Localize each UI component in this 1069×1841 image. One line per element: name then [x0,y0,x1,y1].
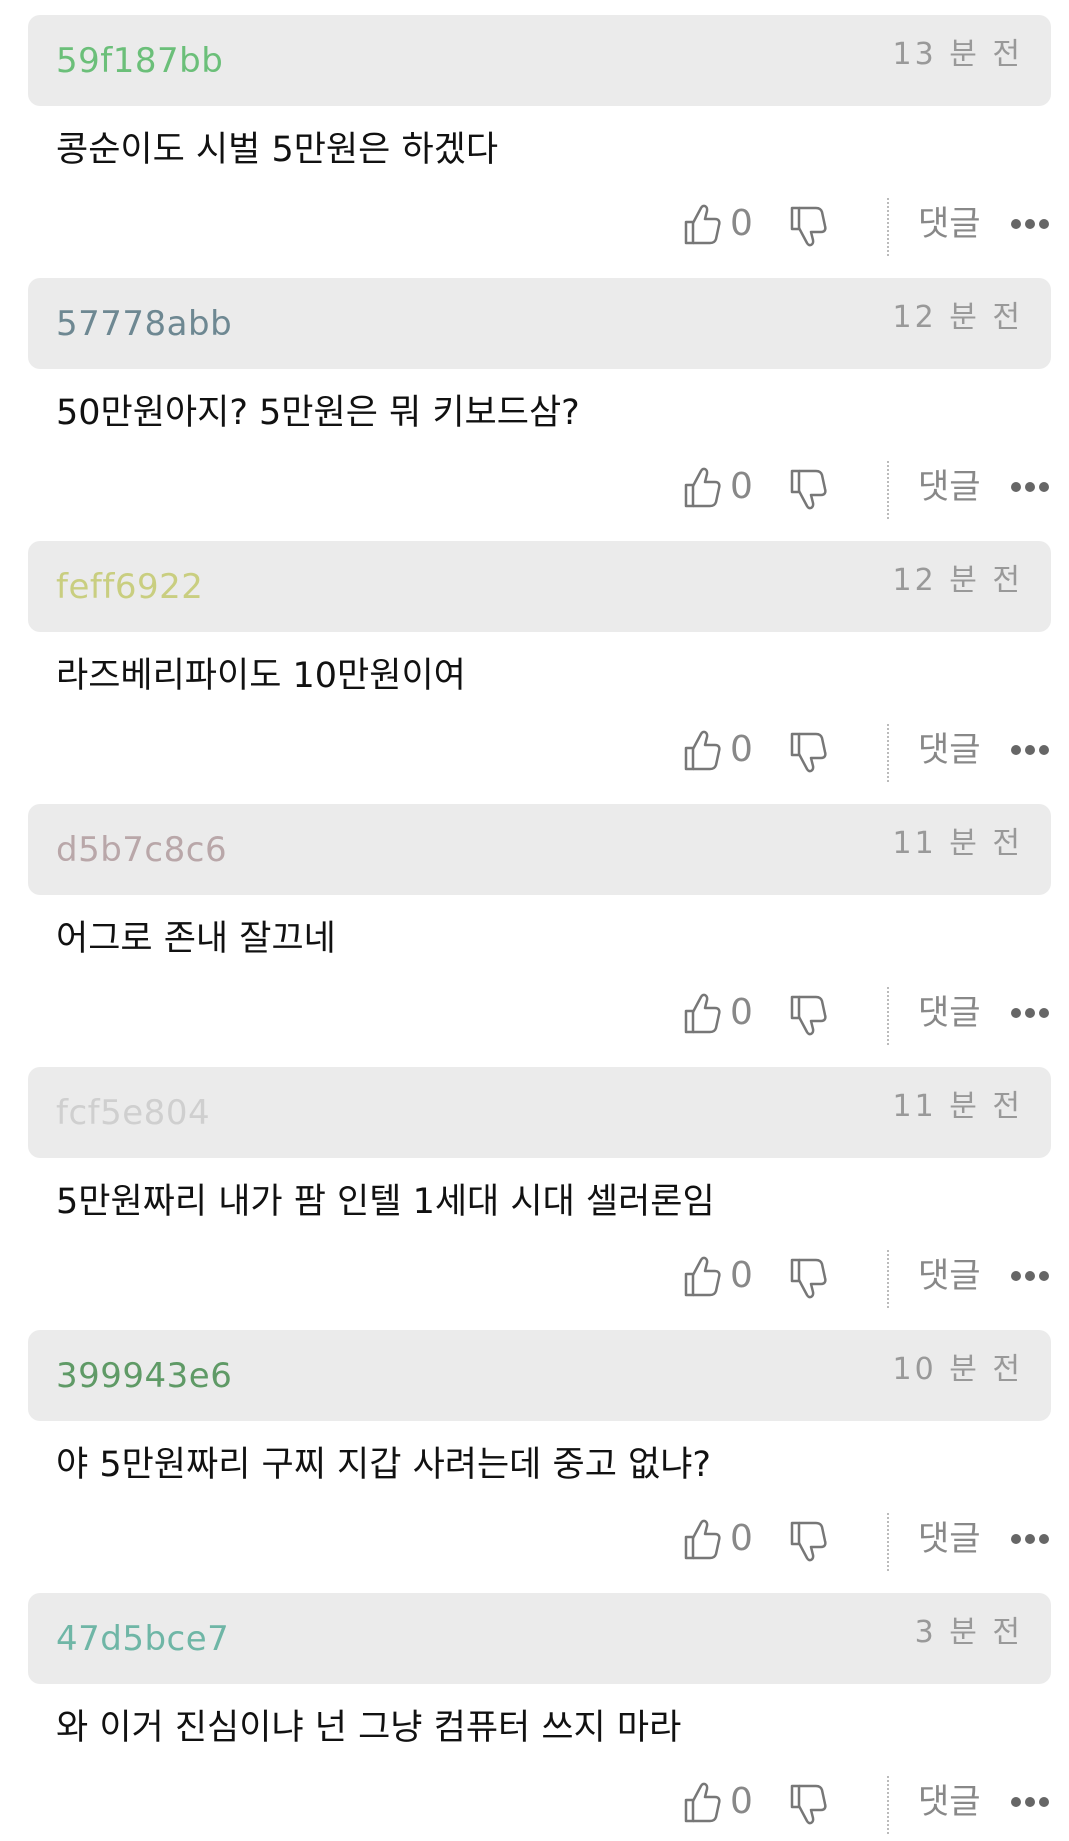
thumbs-down-icon[interactable] [788,204,828,248]
comment-author[interactable]: d5b7c8c6 [56,830,227,870]
more-options-icon[interactable] [1010,1005,1050,1021]
comment-timestamp: 12 분 전 [892,300,1023,335]
reply-button[interactable]: 댓글 [918,1780,981,1824]
like-count: 0 [730,1781,753,1822]
comment-header: fcf5e804 11 분 전 [28,1067,1051,1158]
comment-author[interactable]: feff6922 [56,567,203,607]
comment-item: 399943e6 10 분 전 야 5만원짜리 구찌 지갑 사려는데 중고 없냐… [0,1315,1069,1578]
thumbs-down-icon[interactable] [788,1256,828,1300]
comment-text: 라즈베리파이도 10만원이여 [56,656,466,696]
more-options-icon[interactable] [1010,742,1050,758]
action-divider [887,987,889,1045]
more-options-icon[interactable] [1010,479,1050,495]
comment-text: 야 5만원짜리 구찌 지갑 사려는데 중고 없냐? [56,1445,711,1485]
comment-text: 와 이거 진심이냐 넌 그냥 컴퓨터 쓰지 마라 [56,1708,682,1748]
comment-text: 어그로 존내 잘끄네 [56,919,336,959]
action-divider [887,1776,889,1834]
comment-author[interactable]: fcf5e804 [56,1093,210,1133]
thumbs-up-icon[interactable] [682,1518,722,1562]
comment-header: 57778abb 12 분 전 [28,278,1051,369]
reply-button[interactable]: 댓글 [918,991,981,1035]
comment-author[interactable]: 59f187bb [56,41,223,81]
comment-timestamp: 11 분 전 [892,826,1023,861]
thumbs-up-icon[interactable] [682,992,722,1036]
like-count: 0 [730,203,753,244]
comment-actions: 0 댓글 [0,987,1069,1047]
thumbs-down-icon[interactable] [788,1519,828,1563]
like-count: 0 [730,729,753,770]
comment-text: 콩순이도 시벌 5만원은 하겠다 [56,130,499,170]
comment-text: 50만원아지? 5만원은 뭐 키보드삼? [56,393,580,433]
comment-item: 59f187bb 13 분 전 콩순이도 시벌 5만원은 하겠다 0 댓글 [0,0,1069,263]
comment-actions: 0 댓글 [0,461,1069,521]
more-options-icon[interactable] [1010,1268,1050,1284]
action-divider [887,198,889,256]
reply-button[interactable]: 댓글 [918,202,981,246]
reply-button[interactable]: 댓글 [918,1254,981,1298]
thumbs-down-icon[interactable] [788,993,828,1037]
like-count: 0 [730,1255,753,1296]
thumbs-up-icon[interactable] [682,1255,722,1299]
thumbs-up-icon[interactable] [682,729,722,773]
comment-author[interactable]: 47d5bce7 [56,1619,229,1659]
thumbs-up-icon[interactable] [682,1781,722,1825]
comment-item: fcf5e804 11 분 전 5만원짜리 내가 팜 인텔 1세대 시대 셀러론… [0,1052,1069,1315]
like-count: 0 [730,466,753,507]
reply-button[interactable]: 댓글 [918,1517,981,1561]
comment-header: d5b7c8c6 11 분 전 [28,804,1051,895]
comment-timestamp: 10 분 전 [892,1352,1023,1387]
thumbs-down-icon[interactable] [788,730,828,774]
more-options-icon[interactable] [1010,216,1050,232]
comment-timestamp: 13 분 전 [892,37,1023,72]
comment-header: feff6922 12 분 전 [28,541,1051,632]
comment-header: 47d5bce7 3 분 전 [28,1593,1051,1684]
comment-item: d5b7c8c6 11 분 전 어그로 존내 잘끄네 0 댓글 [0,789,1069,1052]
thumbs-down-icon[interactable] [788,1782,828,1826]
comment-actions: 0 댓글 [0,1776,1069,1836]
comment-actions: 0 댓글 [0,1250,1069,1310]
comment-timestamp: 3 분 전 [914,1615,1023,1650]
more-options-icon[interactable] [1010,1794,1050,1810]
thumbs-up-icon[interactable] [682,466,722,510]
more-options-icon[interactable] [1010,1531,1050,1547]
like-count: 0 [730,1518,753,1559]
comment-timestamp: 12 분 전 [892,563,1023,598]
reply-button[interactable]: 댓글 [918,728,981,772]
comment-actions: 0 댓글 [0,724,1069,784]
action-divider [887,1513,889,1571]
action-divider [887,724,889,782]
comment-text: 5만원짜리 내가 팜 인텔 1세대 시대 셀러론임 [56,1182,715,1222]
comment-actions: 0 댓글 [0,1513,1069,1573]
comment-item: 47d5bce7 3 분 전 와 이거 진심이냐 넌 그냥 컴퓨터 쓰지 마라 … [0,1578,1069,1841]
action-divider [887,1250,889,1308]
comment-item: feff6922 12 분 전 라즈베리파이도 10만원이여 0 댓글 [0,526,1069,789]
comment-header: 59f187bb 13 분 전 [28,15,1051,106]
like-count: 0 [730,992,753,1033]
action-divider [887,461,889,519]
comment-list: 59f187bb 13 분 전 콩순이도 시벌 5만원은 하겠다 0 댓글 57… [0,0,1069,1834]
reply-button[interactable]: 댓글 [918,465,981,509]
comment-header: 399943e6 10 분 전 [28,1330,1051,1421]
comment-author[interactable]: 57778abb [56,304,232,344]
comment-timestamp: 11 분 전 [892,1089,1023,1124]
comment-author[interactable]: 399943e6 [56,1356,232,1396]
comment-actions: 0 댓글 [0,198,1069,258]
thumbs-up-icon[interactable] [682,203,722,247]
comment-item: 57778abb 12 분 전 50만원아지? 5만원은 뭐 키보드삼? 0 댓… [0,263,1069,526]
thumbs-down-icon[interactable] [788,467,828,511]
